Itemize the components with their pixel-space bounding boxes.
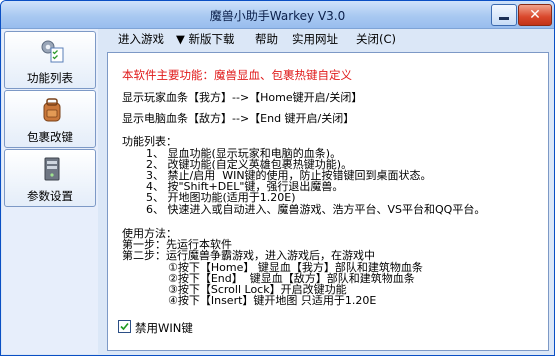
minimize-button[interactable]: [491, 4, 517, 26]
minimize-icon: [499, 17, 509, 20]
sidebar-item-label: 功能列表: [27, 71, 73, 85]
menu-help[interactable]: 帮助: [255, 31, 278, 47]
sidebar-item-features[interactable]: 功能列表: [4, 31, 96, 89]
disable-win-key-label[interactable]: 禁用WIN键: [135, 320, 193, 336]
menu-bar: 进入游戏 ▼ 新版下载 帮助 实用网址 关闭(C): [100, 29, 553, 47]
sidebar: 功能列表 包裹改键 参数设置: [2, 29, 98, 354]
server-icon: [44, 157, 60, 181]
backpack-icon: [43, 98, 61, 122]
sidebar-item-label: 参数设置: [27, 189, 73, 203]
feature-item: 6、 快速进入或自动进入、魔兽游戏、浩方平台、VS平台和QQ平台。: [146, 203, 486, 216]
close-window-button[interactable]: ✕: [518, 4, 552, 26]
menu-download-new-version[interactable]: ▼ 新版下载: [176, 31, 235, 47]
sidebar-item-label: 包裹改键: [27, 130, 73, 144]
menu-close[interactable]: 关闭(C): [356, 31, 396, 47]
close-icon: ✕: [529, 7, 541, 23]
disable-win-key-checkbox[interactable]: [118, 320, 131, 333]
sidebar-item-package-keys[interactable]: 包裹改键: [4, 90, 96, 148]
menu-enter-game[interactable]: 进入游戏: [118, 31, 164, 47]
window-title: 魔兽小助手Warkey V3.0: [209, 9, 346, 23]
content-panel: 本软件主要功能：魔兽显血、包裹热键自定义 显示玩家血条【我方】-->【Home键…: [107, 52, 549, 351]
enemy-hp-line: 显示电脑血条【敌方】-->【End 键开启/关闭】: [122, 112, 355, 125]
settings-checklist-icon: [41, 40, 64, 63]
usage-substep: ④按下【Insert】键开地图 只适用于1.20E: [168, 294, 377, 307]
sidebar-item-settings[interactable]: 参数设置: [4, 149, 96, 207]
ally-hp-line: 显示玩家血条【我方】-->【Home键开启/关闭】: [122, 91, 363, 104]
menu-useful-links[interactable]: 实用网址: [292, 31, 338, 47]
headline: 本软件主要功能：魔兽显血、包裹热键自定义: [122, 68, 352, 82]
app-window: 魔兽小助手Warkey V3.0 ✕ 功能列表 包裹改键 参数设置 进入游戏 ▼…: [0, 0, 555, 356]
title-bar[interactable]: 魔兽小助手Warkey V3.0 ✕: [1, 1, 554, 29]
checkmark-icon: [120, 322, 129, 331]
